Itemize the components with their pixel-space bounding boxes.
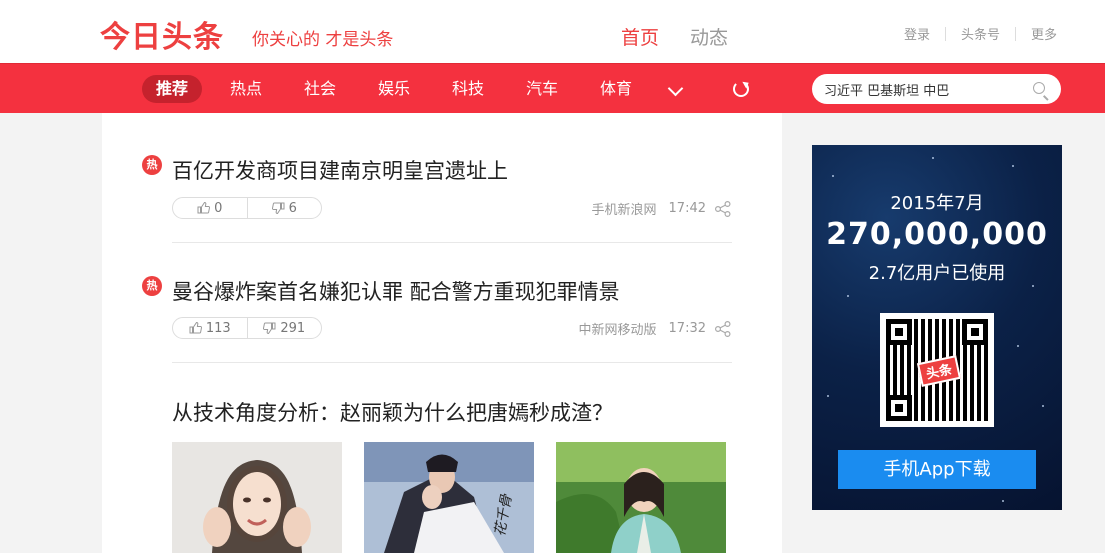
vote-bar: 113 291 <box>172 317 322 339</box>
login-link[interactable]: 登录 <box>904 24 930 43</box>
article-meta: 中新网移动版 17:32 <box>579 319 732 338</box>
article-source[interactable]: 手机新浪网 <box>592 199 657 218</box>
channel-society[interactable]: 社会 <box>304 75 336 103</box>
hot-badge: 热 <box>142 155 162 175</box>
site-logo[interactable]: 今日头条 <box>100 12 224 56</box>
link-divider <box>944 26 946 41</box>
article-title[interactable]: 百亿开发商项目建南京明皇宫遗址上 <box>172 155 732 185</box>
like-button[interactable]: 113 <box>173 318 248 338</box>
qr-pattern: 头条 <box>886 319 988 421</box>
channel-hot[interactable]: 热点 <box>230 75 262 103</box>
hot-badge: 热 <box>142 276 162 296</box>
article-item[interactable]: 热 百亿开发商项目建南京明皇宫遗址上 <box>142 155 732 185</box>
share-icon[interactable] <box>714 200 732 218</box>
refresh-icon[interactable] <box>733 81 749 97</box>
like-count: 113 <box>205 320 231 336</box>
star-decoration <box>847 295 849 297</box>
channel-auto[interactable]: 汽车 <box>526 75 558 103</box>
article-meta: 手机新浪网 17:42 <box>592 199 732 218</box>
star-decoration <box>1017 345 1019 347</box>
search-box[interactable]: 习近平 巴基斯坦 中巴 <box>812 74 1061 104</box>
app-download-button[interactable]: 手机App下载 <box>838 450 1036 489</box>
search-input[interactable]: 习近平 巴基斯坦 中巴 <box>824 80 949 99</box>
star-decoration <box>932 157 934 159</box>
star-decoration <box>1002 500 1004 502</box>
thumbs-up-icon <box>197 202 211 214</box>
ad-date: 2015年7月 <box>890 193 984 214</box>
article-image[interactable]: 花千骨 <box>364 442 534 553</box>
top-header: 今日头条 你关心的 才是头条 首页 动态 登录 头条号 更多 <box>0 0 1105 63</box>
toutiao-account-link[interactable]: 头条号 <box>961 24 1000 43</box>
article-title[interactable]: 曼谷爆炸案首名嫌犯认罪 配合警方重现犯罪情景 <box>172 276 732 306</box>
star-decoration <box>827 395 829 397</box>
article-divider <box>172 242 732 243</box>
vote-bar: 0 6 <box>172 197 322 219</box>
dislike-button[interactable]: 6 <box>248 198 322 218</box>
qr-finder <box>962 319 988 345</box>
article-meta-row: 113 291 中新网移动版 17:32 <box>172 317 732 341</box>
article-title[interactable]: 从技术角度分析：赵丽颖为什么把唐嫣秒成渣？ <box>172 397 732 427</box>
article-time: 17:32 <box>668 321 706 336</box>
article-divider <box>172 362 732 363</box>
article-meta-row: 0 6 手机新浪网 17:42 <box>172 197 732 221</box>
article-image[interactable] <box>172 442 342 553</box>
thumbs-up-icon <box>189 322 202 334</box>
share-icon[interactable] <box>714 320 732 338</box>
article-item[interactable]: 从技术角度分析：赵丽颖为什么把唐嫣秒成渣？ <box>172 397 732 427</box>
qr-finder <box>886 319 912 345</box>
link-divider <box>1014 26 1016 41</box>
like-count: 0 <box>214 200 223 216</box>
news-feed: 热 百亿开发商项目建南京明皇宫遗址上 0 6 手机新浪网 17:42 热 曼谷爆… <box>102 113 782 553</box>
thumbs-down-icon <box>271 202 285 214</box>
article-source[interactable]: 中新网移动版 <box>579 319 657 338</box>
star-decoration <box>1032 285 1034 287</box>
article-item[interactable]: 热 曼谷爆炸案首名嫌犯认罪 配合警方重现犯罪情景 <box>142 276 732 306</box>
channel-sports[interactable]: 体育 <box>600 75 632 103</box>
nav-home[interactable]: 首页 <box>621 23 659 50</box>
qr-logo: 头条 <box>916 355 962 387</box>
article-image-row: 花千骨 <box>172 442 748 553</box>
dislike-button[interactable]: 291 <box>248 318 322 338</box>
star-decoration <box>832 175 834 177</box>
star-decoration <box>1012 165 1014 167</box>
article-time: 17:42 <box>668 201 706 216</box>
channel-bar: 推荐 热点 社会 娱乐 科技 汽车 体育 习近平 巴基斯坦 中巴 <box>0 63 1105 113</box>
more-link[interactable]: 更多 <box>1031 24 1057 43</box>
app-download-ad[interactable]: 2015年7月 270,000,000 2.7亿用户已使用 头条 手机App下载 <box>812 145 1062 510</box>
qr-finder <box>886 395 912 421</box>
channel-tech[interactable]: 科技 <box>452 75 484 103</box>
channel-recommend[interactable]: 推荐 <box>142 75 203 103</box>
ad-user-caption: 2.7亿用户已使用 <box>868 263 1006 284</box>
dislike-count: 6 <box>288 200 297 216</box>
like-button[interactable]: 0 <box>173 198 248 218</box>
channel-entertainment[interactable]: 娱乐 <box>378 75 410 103</box>
article-image[interactable] <box>556 442 726 553</box>
dislike-count: 291 <box>280 320 306 336</box>
top-links: 登录 头条号 更多 <box>904 24 1057 43</box>
thumbs-down-icon <box>263 322 276 334</box>
ad-user-number: 270,000,000 <box>826 217 1048 252</box>
nav-feed[interactable]: 动态 <box>690 23 728 50</box>
star-decoration <box>1042 405 1044 407</box>
site-slogan: 你关心的 才是头条 <box>252 30 394 50</box>
chevron-down-icon[interactable] <box>667 80 684 97</box>
search-icon[interactable] <box>1033 82 1045 94</box>
qr-code: 头条 <box>880 313 994 427</box>
